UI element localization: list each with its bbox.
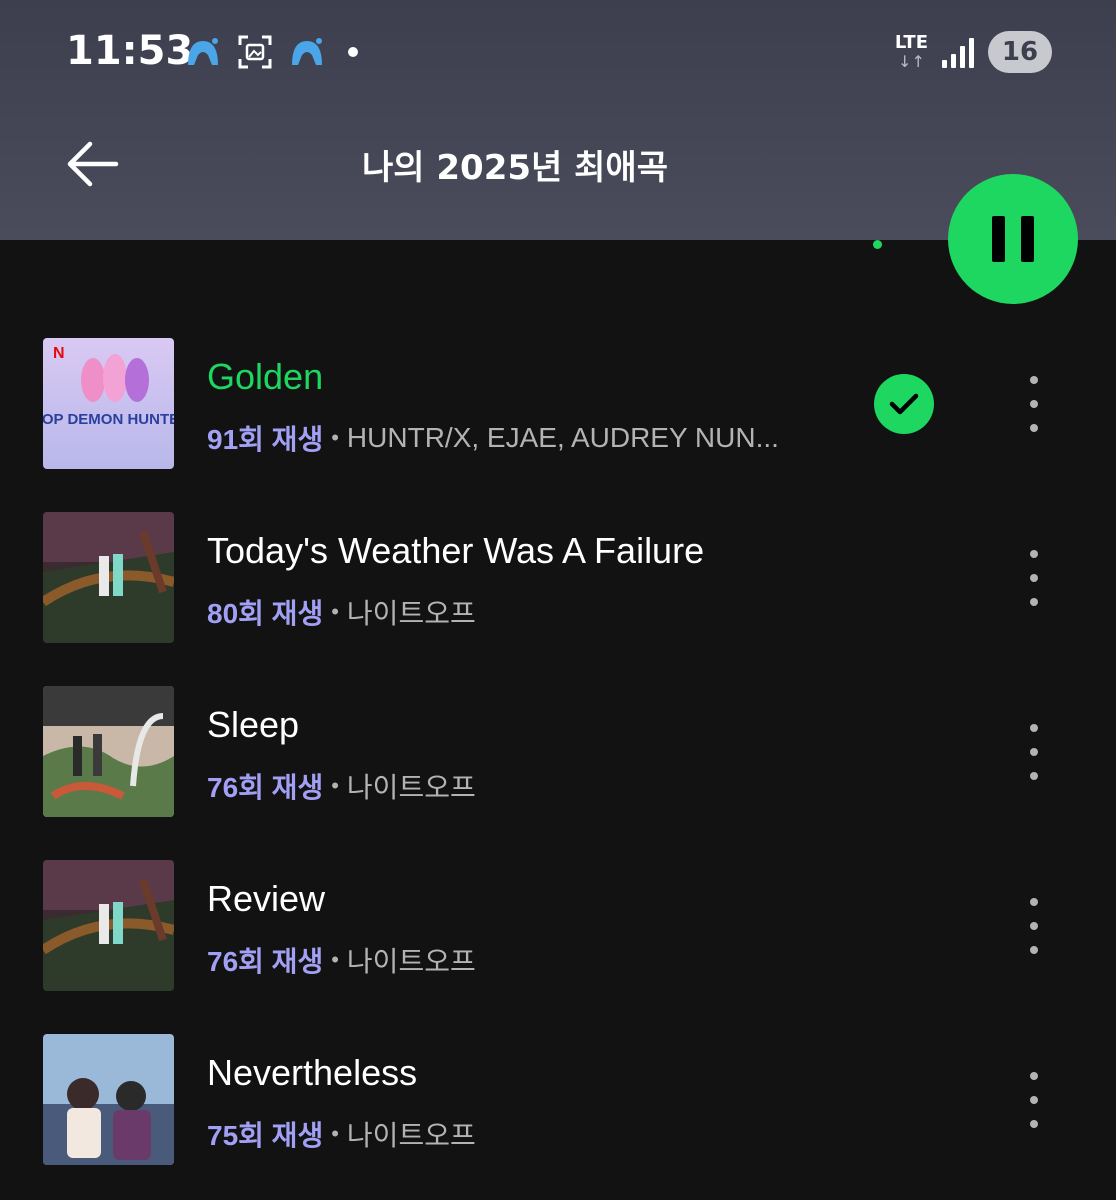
downloaded-check-icon: [874, 374, 934, 434]
track-meta: 76회 재생 • 나이트오프: [207, 766, 476, 806]
network-indicator: LTE ↓↑: [894, 32, 928, 71]
track-row[interactable]: Sleep 76회 재생 • 나이트오프: [0, 666, 1116, 840]
track-title: Golden: [207, 356, 324, 397]
track-title: Sleep: [207, 704, 300, 745]
status-right: LTE ↓↑ 16: [895, 30, 1052, 74]
kebab-menu-icon: [1030, 376, 1038, 384]
artist-name: 나이트오프: [346, 598, 476, 629]
album-art: [43, 512, 174, 643]
track-meta: 91회 재생 • HUNTR/X, EJAE, AUDREY NUN...: [207, 418, 779, 458]
album-art: [43, 860, 174, 991]
artist-name: 나이트오프: [346, 1120, 476, 1151]
more-options-button[interactable]: [1014, 716, 1054, 788]
battery-icon: 16: [988, 31, 1052, 73]
play-count: 76회 재생: [207, 946, 324, 977]
play-count: 80회 재생: [207, 598, 324, 629]
kebab-menu-icon: [1030, 898, 1038, 906]
track-title: Review: [207, 878, 326, 919]
play-count: 91회 재생: [207, 424, 324, 455]
kebab-menu-icon: [1030, 724, 1038, 732]
notification-icons: [184, 32, 358, 72]
album-art: [43, 1034, 174, 1165]
track-title: Today's Weather Was A Failure: [207, 530, 705, 571]
track-row[interactable]: K-POP DEMON HUNTERS N Golden 91회 재생 • HU…: [0, 318, 1116, 492]
screenshot-icon: [236, 33, 274, 71]
pause-icon: [992, 216, 1005, 262]
kebab-menu-icon: [1030, 1072, 1038, 1080]
scroll-indicator-dot: [873, 240, 882, 249]
header: 11:53 LTE ↓↑ 16 나의 2025년 최애곡: [0, 0, 1116, 240]
more-options-button[interactable]: [1014, 542, 1054, 614]
separator: •: [331, 1121, 339, 1146]
artist-name: 나이트오프: [346, 772, 476, 803]
artist-name: 나이트오프: [346, 946, 476, 977]
track-meta: 76회 재생 • 나이트오프: [207, 940, 476, 980]
app-notification-icon: [184, 33, 222, 71]
track-row[interactable]: Nevertheless 75회 재생 • 나이트오프: [0, 1014, 1116, 1188]
track-list: K-POP DEMON HUNTERS N Golden 91회 재생 • HU…: [0, 318, 1116, 1188]
track-row[interactable]: Today's Weather Was A Failure 80회 재생 • 나…: [0, 492, 1116, 666]
separator: •: [331, 425, 339, 450]
page-title: 나의 2025년 최애곡: [362, 148, 668, 188]
more-notifications-dot: [348, 47, 358, 57]
kebab-menu-icon: [1030, 550, 1038, 558]
track-meta: 80회 재생 • 나이트오프: [207, 592, 476, 632]
album-art: K-POP DEMON HUNTERS N: [43, 338, 174, 469]
signal-icon: [942, 36, 974, 68]
separator: •: [331, 773, 339, 798]
pause-button[interactable]: [948, 174, 1078, 304]
more-options-button[interactable]: [1014, 368, 1054, 440]
separator: •: [331, 599, 339, 624]
status-bar: 11:53 LTE ↓↑ 16: [0, 0, 1116, 100]
app-notification-icon-2: [288, 33, 326, 71]
play-count: 75회 재생: [207, 1120, 324, 1151]
svg-text:K-POP DEMON HUNTERS: K-POP DEMON HUNTERS: [43, 411, 174, 428]
more-options-button[interactable]: [1014, 1064, 1054, 1136]
track-row[interactable]: Review 76회 재생 • 나이트오프: [0, 840, 1116, 1014]
separator: •: [331, 947, 339, 972]
svg-text:N: N: [53, 345, 65, 362]
artist-name: HUNTR/X, EJAE, AUDREY NUN...: [346, 422, 779, 453]
album-art: [43, 686, 174, 817]
more-options-button[interactable]: [1014, 890, 1054, 962]
status-time: 11:53: [66, 28, 194, 74]
play-count: 76회 재생: [207, 772, 324, 803]
track-title: Nevertheless: [207, 1052, 418, 1093]
track-meta: 75회 재생 • 나이트오프: [207, 1114, 476, 1154]
